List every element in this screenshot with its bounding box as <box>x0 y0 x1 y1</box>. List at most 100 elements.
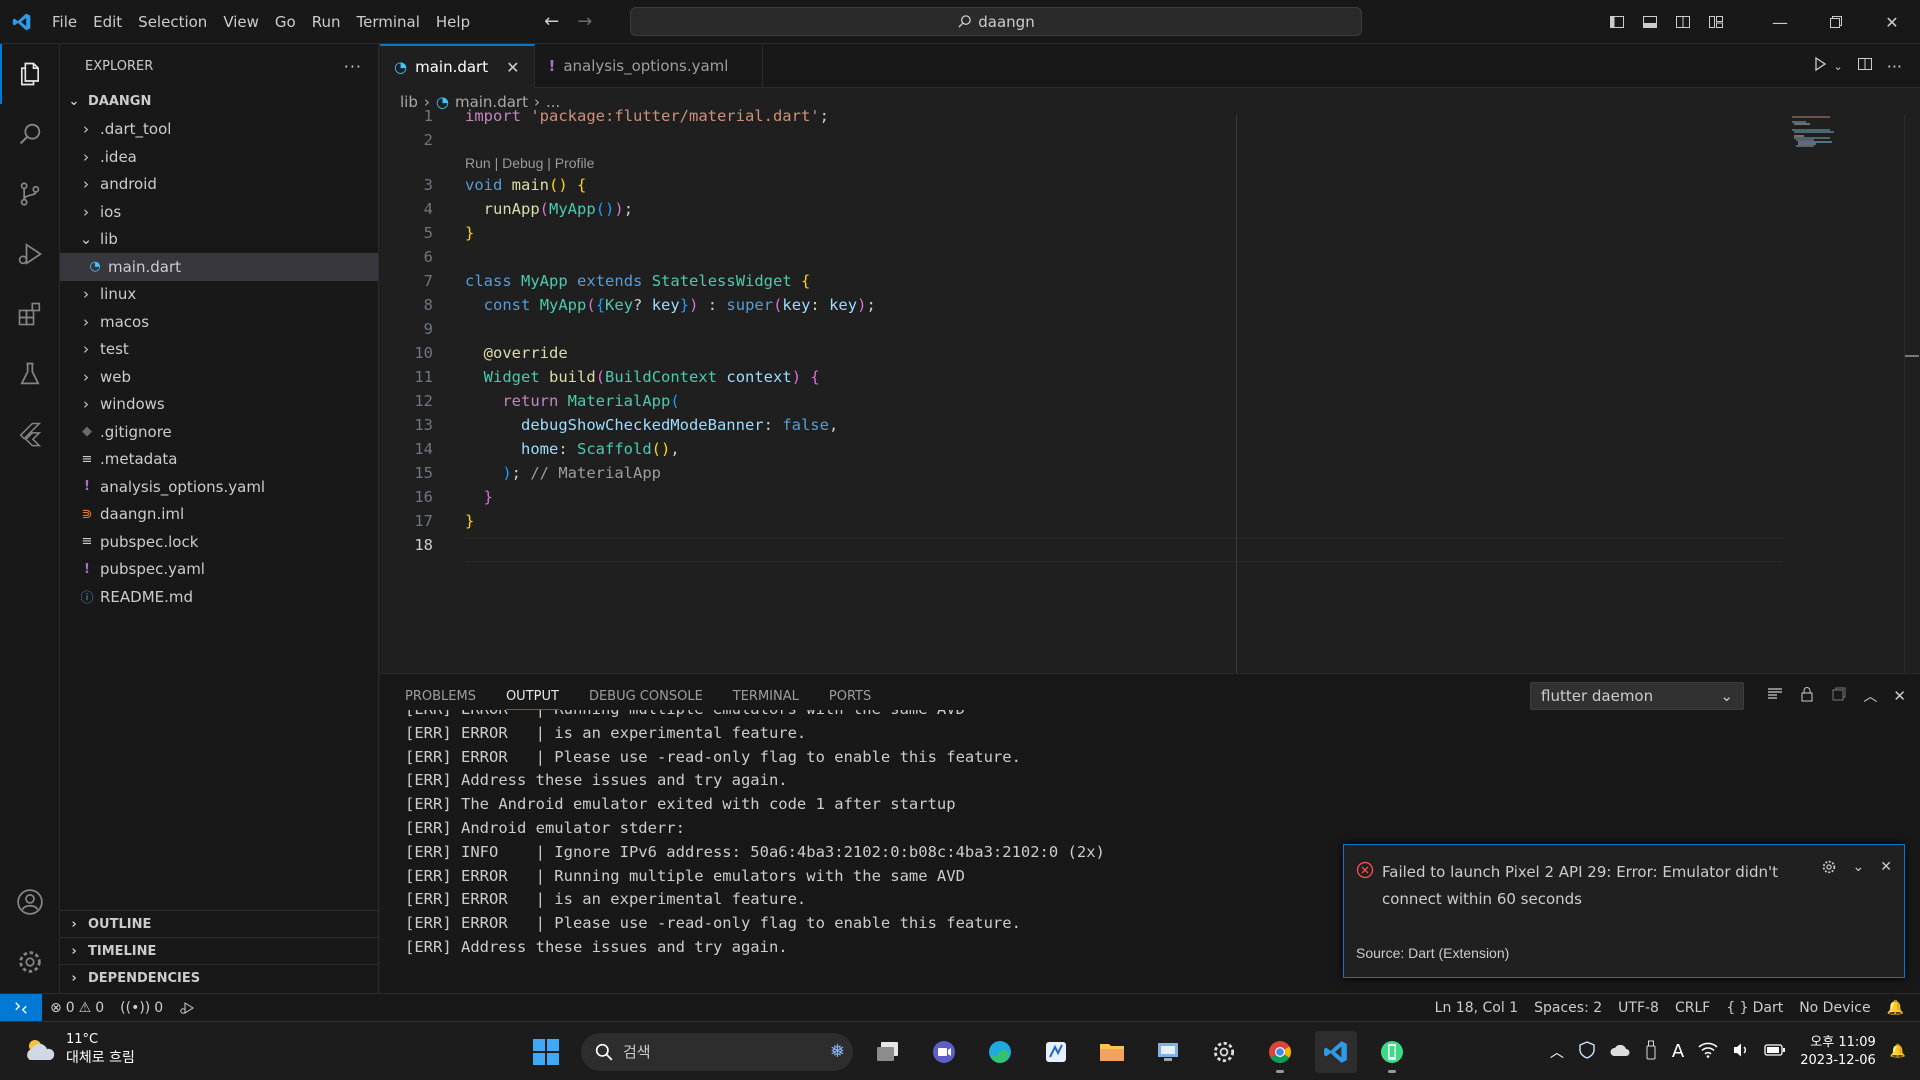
android-emulator-icon[interactable] <box>1371 1031 1413 1073</box>
tree-item[interactable]: › android <box>60 171 378 199</box>
tree-item[interactable]: › web <box>60 363 378 391</box>
menu-terminal[interactable]: Terminal <box>349 0 428 44</box>
extensions-icon[interactable] <box>0 284 60 344</box>
minimize-button[interactable]: — <box>1752 0 1808 44</box>
wifi-icon[interactable] <box>1698 1042 1718 1062</box>
tree-item[interactable]: ⌄ lib <box>60 226 378 254</box>
flutter-icon[interactable] <box>0 404 60 464</box>
input-method-icon[interactable]: A <box>1672 1041 1684 1062</box>
tree-item[interactable]: › linux <box>60 281 378 309</box>
store-app-icon[interactable] <box>1035 1031 1077 1073</box>
customize-layout-icon[interactable] <box>1699 0 1732 44</box>
more-actions-icon[interactable]: ··· <box>1887 57 1902 76</box>
tree-item[interactable]: ⓘ README.md <box>60 583 378 611</box>
tree-item[interactable]: ≡ .metadata <box>60 446 378 474</box>
explorer-icon[interactable] <box>0 44 60 104</box>
tree-item[interactable]: › test <box>60 336 378 364</box>
outline-section[interactable]: › OUTLINE <box>60 910 379 937</box>
task-view-icon[interactable] <box>867 1031 909 1073</box>
collapse-notification-chevron-icon[interactable]: ⌄ <box>1853 859 1865 879</box>
tree-item[interactable]: ◆ .gitignore <box>60 418 378 446</box>
notifications-bell-icon[interactable]: 🔔 <box>1879 1000 1912 1016</box>
start-windows-icon[interactable] <box>525 1031 567 1073</box>
battery-icon[interactable] <box>1764 1043 1786 1061</box>
security-shield-icon[interactable] <box>1578 1040 1596 1063</box>
tab-main-dart[interactable]: ◔ main.dart ✕ <box>380 44 535 88</box>
menu-help[interactable]: Help <box>428 0 478 44</box>
chevron-down-icon[interactable]: ⌄ <box>1834 60 1843 73</box>
usb-device-icon[interactable] <box>1644 1040 1658 1064</box>
chat-icon[interactable] <box>923 1031 965 1073</box>
manage-gear-icon[interactable] <box>0 932 60 992</box>
editor-scrollbar[interactable] <box>1904 115 1919 673</box>
maximize-panel-icon[interactable]: ︿ <box>1863 686 1877 706</box>
menu-file[interactable]: File <box>44 0 85 44</box>
run-icon[interactable] <box>1812 56 1828 76</box>
minimap[interactable] <box>1790 115 1840 155</box>
encoding[interactable]: UTF-8 <box>1610 1000 1667 1016</box>
settings-gear-icon[interactable] <box>1203 1031 1245 1073</box>
tree-item[interactable]: › .idea <box>60 143 378 171</box>
testing-icon[interactable] <box>0 344 60 404</box>
notification-settings-gear-icon[interactable] <box>1821 859 1837 879</box>
tree-item[interactable]: ◔ main.dart <box>60 253 378 281</box>
language-mode[interactable]: { } Dart <box>1718 1000 1791 1016</box>
open-in-editor-icon[interactable] <box>1831 686 1847 706</box>
device-selector[interactable]: No Device <box>1791 1000 1878 1016</box>
restore-button[interactable] <box>1808 0 1864 44</box>
search-view-icon[interactable] <box>0 104 60 164</box>
show-hidden-icons-chevron-icon[interactable]: ︿ <box>1550 1042 1564 1062</box>
menu-edit[interactable]: Edit <box>85 0 130 44</box>
end-of-line[interactable]: CRLF <box>1667 1000 1718 1016</box>
lock-scroll-icon[interactable] <box>1799 686 1815 706</box>
split-editor-icon[interactable] <box>1857 56 1873 76</box>
chrome-browser-icon[interactable] <box>1259 1031 1301 1073</box>
source-control-icon[interactable] <box>0 164 60 224</box>
indentation[interactable]: Spaces: 2 <box>1526 1000 1610 1016</box>
run-debug-icon[interactable] <box>0 224 60 284</box>
problems-status[interactable]: ⊗ 0 ⚠ 0 <box>42 1000 112 1016</box>
toggle-secondary-sidebar-icon[interactable] <box>1666 0 1699 44</box>
close-window-button[interactable]: ✕ <box>1864 0 1920 44</box>
tree-item[interactable]: › windows <box>60 391 378 419</box>
tree-item[interactable]: ! analysis_options.yaml <box>60 473 378 501</box>
clock[interactable]: 오후 11:09 2023-12-06 <box>1800 1034 1876 1070</box>
codelens-actions[interactable]: Run | Debug | Profile <box>465 155 594 171</box>
close-notification-icon[interactable]: ✕ <box>1880 859 1892 879</box>
notification-center-icon[interactable]: 🔔 <box>1890 1044 1906 1059</box>
forward-arrow-icon[interactable]: → <box>577 11 592 32</box>
code-editor[interactable]: 1 import 'package:flutter/material.dart';… <box>380 107 1920 673</box>
tree-item[interactable]: › ios <box>60 198 378 226</box>
workspace-root[interactable]: ⌄ DAANGN <box>60 88 378 116</box>
menu-view[interactable]: View <box>215 0 267 44</box>
close-panel-icon[interactable]: ✕ <box>1893 687 1906 705</box>
tree-item[interactable]: ! pubspec.yaml <box>60 556 378 584</box>
menu-selection[interactable]: Selection <box>130 0 215 44</box>
vscode-taskbar-icon[interactable] <box>1315 1030 1357 1073</box>
close-tab-icon[interactable]: ✕ <box>506 58 519 77</box>
cursor-position[interactable]: Ln 18, Col 1 <box>1427 1000 1526 1016</box>
timeline-section[interactable]: › TIMELINE <box>60 937 379 964</box>
output-channel-select[interactable]: flutter daemon ⌄ <box>1530 682 1744 710</box>
toggle-panel-icon[interactable] <box>1633 0 1666 44</box>
remote-desktop-icon[interactable] <box>1147 1031 1189 1073</box>
menu-run[interactable]: Run <box>304 0 349 44</box>
tree-item[interactable]: › .dart_tool <box>60 116 378 144</box>
tree-item[interactable]: ≡ pubspec.lock <box>60 528 378 556</box>
file-explorer-icon[interactable] <box>1091 1031 1133 1073</box>
debug-status-icon[interactable] <box>171 1000 203 1016</box>
volume-icon[interactable] <box>1732 1042 1750 1062</box>
remote-indicator-icon[interactable] <box>0 993 42 1022</box>
accounts-icon[interactable] <box>0 872 60 932</box>
clear-output-icon[interactable] <box>1767 686 1783 706</box>
weather-widget[interactable]: 11°C 대체로 흐림 <box>22 1032 135 1067</box>
back-arrow-icon[interactable]: ← <box>544 11 559 32</box>
onedrive-cloud-icon[interactable] <box>1610 1043 1630 1061</box>
more-actions-icon[interactable]: ··· <box>344 57 362 76</box>
toggle-sidebar-icon[interactable] <box>1600 0 1633 44</box>
ports-status[interactable]: ((•)) 0 <box>112 1000 171 1016</box>
tab-analysis-options[interactable]: ! analysis_options.yaml <box>535 44 764 88</box>
dependencies-section[interactable]: › DEPENDENCIES <box>60 964 379 991</box>
taskbar-search[interactable]: 검색 ❅ <box>581 1032 853 1071</box>
edge-browser-icon[interactable] <box>979 1031 1021 1073</box>
